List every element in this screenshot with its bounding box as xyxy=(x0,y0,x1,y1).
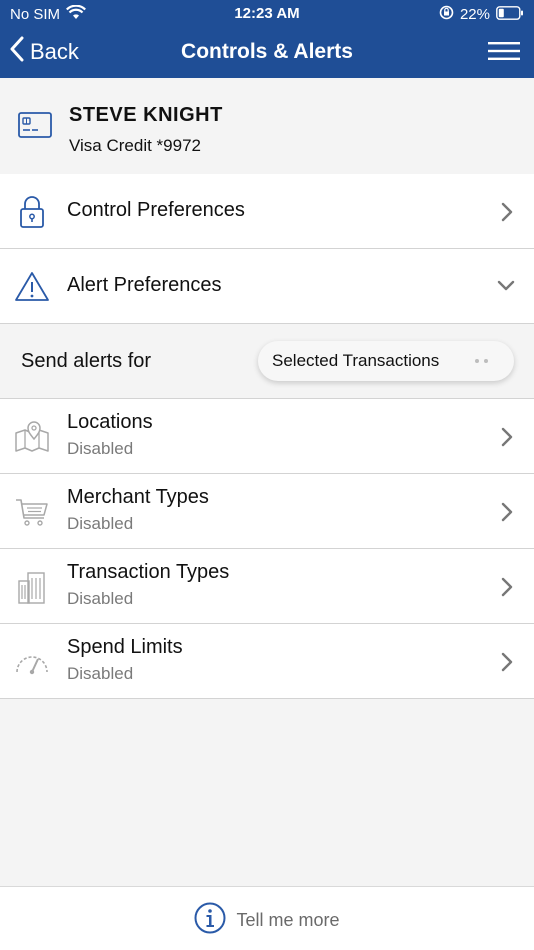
control-preferences-row[interactable]: Control Preferences xyxy=(0,174,534,249)
speedometer-icon xyxy=(14,644,50,680)
alert-scope-selector[interactable]: Selected Transactions xyxy=(258,341,514,381)
chevron-down-icon xyxy=(496,279,516,293)
battery-percent: 22% xyxy=(459,6,490,23)
chevron-right-icon xyxy=(500,201,514,223)
alert-item-label: Locations xyxy=(67,411,153,433)
alert-item-status: Disabled xyxy=(67,514,134,533)
chevron-right-icon xyxy=(500,426,514,448)
page-title: Controls & Alerts xyxy=(181,40,353,63)
tell-me-more-label: Tell me more xyxy=(236,910,340,930)
battery-icon xyxy=(496,5,524,24)
alert-item-status: Disabled xyxy=(67,589,134,608)
chevron-right-icon xyxy=(500,501,514,523)
card-summary: STEVE KNIGHT Visa Credit *9972 xyxy=(0,78,534,174)
lock-icon xyxy=(14,194,50,230)
selector-dots-icon xyxy=(475,359,488,363)
footer-bar: Tell me more xyxy=(0,886,534,950)
alert-item-label: Transaction Types xyxy=(67,561,230,583)
map-pin-icon xyxy=(14,419,50,455)
info-icon xyxy=(194,902,226,939)
control-preferences-label: Control Preferences xyxy=(67,199,245,221)
orientation-lock-icon xyxy=(439,5,454,24)
nav-bar: Back Controls & Alerts xyxy=(0,30,534,76)
card-description: Visa Credit *9972 xyxy=(69,136,201,155)
alert-item-transaction-types[interactable]: Transaction Types Disabled xyxy=(0,549,534,624)
warning-triangle-icon xyxy=(14,269,50,305)
shopping-cart-icon xyxy=(14,494,50,530)
app-header: No SIM 12:23 AM 22% Back Controls & Aler… xyxy=(0,0,534,78)
alert-preferences-row[interactable]: Alert Preferences xyxy=(0,249,534,324)
send-alerts-row: Send alerts for Selected Transactions xyxy=(0,324,534,399)
alert-item-status: Disabled xyxy=(67,664,134,683)
alert-item-status: Disabled xyxy=(67,439,134,458)
status-bar: No SIM 12:23 AM 22% xyxy=(0,0,534,28)
alert-item-locations[interactable]: Locations Disabled xyxy=(0,399,534,474)
alert-item-label: Spend Limits xyxy=(67,636,183,658)
credit-card-icon xyxy=(18,112,52,143)
alert-scope-value: Selected Transactions xyxy=(272,351,440,370)
alert-item-spend-limits[interactable]: Spend Limits Disabled xyxy=(0,624,534,699)
chevron-right-icon xyxy=(500,576,514,598)
send-alerts-label: Send alerts for xyxy=(21,350,152,372)
alert-item-merchant-types[interactable]: Merchant Types Disabled xyxy=(0,474,534,549)
tell-me-more-button[interactable]: Tell me more xyxy=(0,902,534,939)
buildings-icon xyxy=(14,569,50,605)
chevron-right-icon xyxy=(500,651,514,673)
alert-preferences-label: Alert Preferences xyxy=(67,274,222,296)
alert-item-label: Merchant Types xyxy=(67,486,209,508)
hamburger-menu-icon[interactable] xyxy=(488,40,520,64)
card-holder-name: STEVE KNIGHT xyxy=(69,104,223,126)
status-right: 22% xyxy=(439,5,524,24)
